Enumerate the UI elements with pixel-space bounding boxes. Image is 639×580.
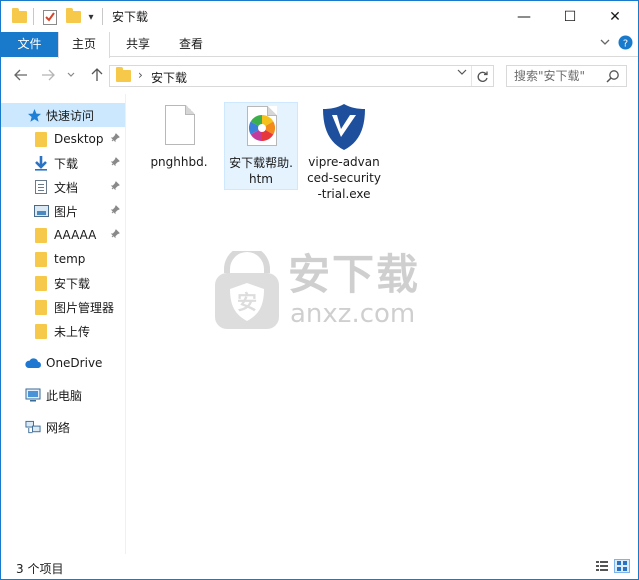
close-button[interactable]: ✕ bbox=[592, 1, 638, 32]
recent-locations-chevron-icon[interactable] bbox=[65, 66, 77, 84]
refresh-icon[interactable] bbox=[471, 66, 493, 86]
item-count: 3 个项目 bbox=[16, 562, 64, 576]
pin-icon[interactable] bbox=[110, 228, 120, 242]
address-dropdown-icon[interactable] bbox=[457, 68, 467, 79]
sidebar-item-quick-access[interactable]: 快速访问 bbox=[1, 103, 125, 127]
search-box[interactable] bbox=[506, 65, 627, 87]
sidebar-item-this-pc[interactable]: 此电脑 bbox=[1, 383, 125, 407]
download-arrow-icon bbox=[33, 155, 49, 171]
sidebar-item-documents[interactable]: 文档 bbox=[1, 175, 125, 199]
ribbon-tabs: 文件 主页 共享 查看 ? bbox=[1, 32, 638, 58]
computer-icon bbox=[25, 387, 41, 403]
folder-icon bbox=[33, 251, 49, 267]
navigation-row: › 安下载 bbox=[1, 58, 638, 94]
search-icon[interactable] bbox=[606, 69, 620, 83]
vipre-logo-icon bbox=[320, 102, 368, 152]
explorer-window: ▾ 安下载 — ☐ ✕ 文件 主页 共享 查看 ? › 安下载 搜索"安下载" … bbox=[0, 0, 639, 580]
sidebar-item-not-uploaded[interactable]: 未上传 bbox=[1, 319, 125, 343]
sidebar-item-downloads[interactable]: 下载 bbox=[1, 151, 125, 175]
sidebar-item-network[interactable]: 网络 bbox=[1, 415, 125, 439]
help-icon[interactable]: ? bbox=[618, 35, 633, 53]
sidebar-item-label: 下载 bbox=[54, 156, 79, 171]
title-bar: ▾ 安下载 — ☐ ✕ bbox=[1, 1, 638, 32]
pin-icon[interactable] bbox=[110, 180, 120, 194]
sidebar-item-label: 网络 bbox=[46, 420, 71, 435]
sidebar-item-label: Desktop bbox=[54, 132, 104, 146]
tab-file[interactable]: 文件 bbox=[1, 32, 58, 57]
sidebar-item-image-manager[interactable]: 图片管理器 bbox=[1, 295, 125, 319]
color-wheel-htm-icon bbox=[237, 103, 285, 153]
file-item[interactable]: 安下载帮助.htm bbox=[224, 102, 298, 190]
picture-icon bbox=[33, 203, 49, 219]
document-icon bbox=[33, 179, 49, 195]
blank-file-icon bbox=[155, 102, 203, 152]
file-name: 安下载帮助.htm bbox=[229, 156, 293, 186]
address-bar[interactable]: › 安下载 bbox=[109, 65, 494, 87]
sidebar-item-label: 安下载 bbox=[54, 276, 91, 291]
tab-view[interactable]: 查看 bbox=[166, 32, 216, 57]
status-bar: 3 个项目 bbox=[1, 554, 638, 579]
file-name: vipre-advanced-security-trial.exe bbox=[307, 155, 381, 201]
sidebar-item-label: 图片管理器 bbox=[54, 300, 115, 315]
folder-icon bbox=[33, 299, 49, 315]
file-list: pnghhbd. 安下载帮助.htm vipre-advanced-securi… bbox=[127, 94, 638, 554]
sidebar-item-label: 未上传 bbox=[54, 324, 91, 339]
chevron-down-icon[interactable] bbox=[599, 36, 611, 51]
sidebar-item-label: OneDrive bbox=[46, 356, 103, 370]
sidebar-item-aaaaa[interactable]: AAAAA bbox=[1, 223, 125, 247]
breadcrumb-current[interactable]: 安下载 bbox=[151, 69, 187, 86]
folder-icon bbox=[33, 323, 49, 339]
up-arrow-icon[interactable] bbox=[88, 66, 106, 84]
sidebar-item-label: AAAAA bbox=[54, 228, 97, 242]
sidebar-item-label: 图片 bbox=[54, 204, 79, 219]
pin-icon[interactable] bbox=[110, 132, 120, 146]
folder-icon bbox=[33, 227, 49, 243]
sidebar-item-onedrive[interactable]: OneDrive bbox=[1, 351, 125, 375]
customize-toolbar-chevron-icon[interactable]: ▾ bbox=[85, 8, 97, 26]
sidebar-item-label: temp bbox=[54, 252, 86, 266]
sidebar-item-pictures[interactable]: 图片 bbox=[1, 199, 125, 223]
tab-home[interactable]: 主页 bbox=[58, 32, 110, 58]
details-view-icon[interactable] bbox=[594, 559, 610, 573]
window-title: 安下载 bbox=[112, 10, 149, 24]
search-input[interactable] bbox=[507, 66, 603, 86]
pin-icon[interactable] bbox=[110, 204, 120, 218]
folder-icon[interactable] bbox=[10, 8, 28, 26]
pin-icon[interactable] bbox=[110, 156, 120, 170]
large-icons-view-icon[interactable] bbox=[614, 559, 630, 573]
svg-text:?: ? bbox=[623, 39, 628, 50]
title-separator bbox=[102, 8, 103, 25]
cloud-icon bbox=[24, 355, 42, 371]
new-folder-icon[interactable] bbox=[64, 8, 82, 26]
title-separator bbox=[33, 8, 34, 25]
star-icon bbox=[26, 107, 42, 123]
sidebar-item-temp[interactable]: temp bbox=[1, 247, 125, 271]
file-item[interactable]: pnghhbd. bbox=[142, 102, 216, 180]
folder-icon bbox=[33, 131, 49, 147]
sidebar-item-label: 快速访问 bbox=[46, 108, 95, 123]
minimize-button[interactable]: — bbox=[501, 1, 547, 32]
back-arrow-icon[interactable] bbox=[12, 66, 30, 84]
network-icon bbox=[25, 419, 41, 435]
properties-check-icon[interactable] bbox=[41, 8, 59, 26]
folder-icon bbox=[33, 275, 49, 291]
forward-arrow-icon[interactable] bbox=[39, 66, 57, 84]
tab-share[interactable]: 共享 bbox=[113, 32, 163, 57]
file-item[interactable]: vipre-advanced-security-trial.exe bbox=[305, 102, 383, 222]
breadcrumb-separator[interactable]: › bbox=[138, 68, 143, 82]
sidebar-item-anxiazai[interactable]: 安下载 bbox=[1, 271, 125, 295]
navigation-pane: 快速访问 Desktop 下载 文档 图片 AAAAA temp 安下载 图片管… bbox=[1, 94, 126, 554]
sidebar-item-label: 此电脑 bbox=[46, 388, 83, 403]
sidebar-item-label: 文档 bbox=[54, 180, 79, 195]
folder-icon bbox=[116, 67, 131, 82]
maximize-button[interactable]: ☐ bbox=[547, 1, 593, 32]
sidebar-item-desktop[interactable]: Desktop bbox=[1, 127, 125, 151]
file-name: pnghhbd. bbox=[150, 155, 208, 169]
